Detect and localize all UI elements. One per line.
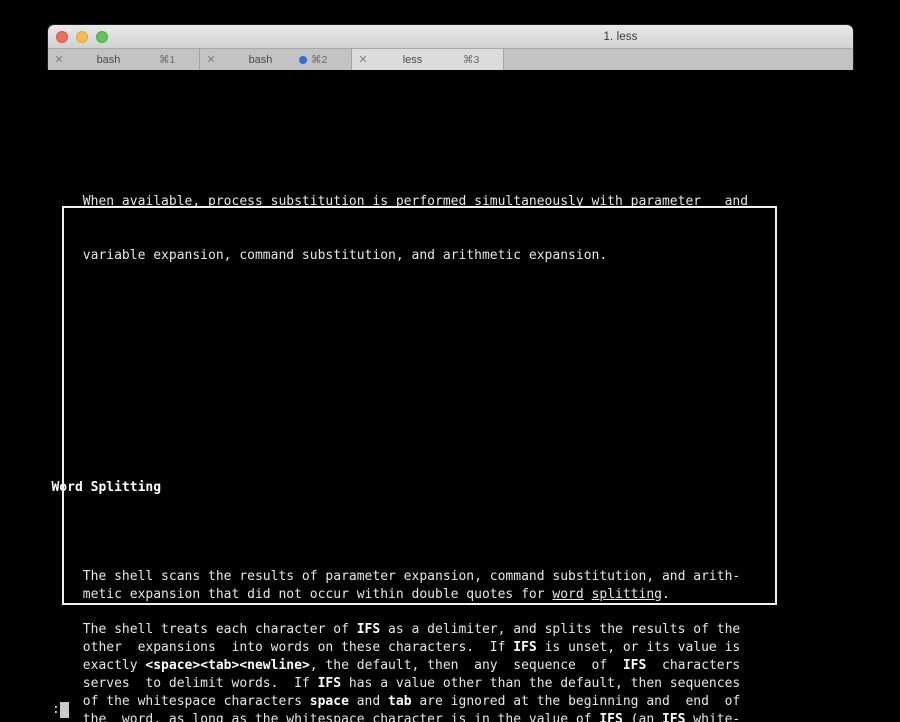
man-text-line: When available, process substitution is …	[28, 193, 900, 211]
tab-close-icon[interactable]: ✕	[200, 54, 222, 66]
tab-bar-empty-area[interactable]	[504, 49, 853, 70]
tab-bash-2[interactable]: ✕ bash ⌘2	[200, 49, 352, 70]
desktop-backdrop: 1. less ✕ bash ⌘1 ✕ bash ⌘2 ✕ less ⌘3 Wh…	[0, 0, 900, 722]
less-prompt-colon: :	[52, 702, 60, 717]
tab-activity-dot	[299, 56, 307, 64]
man-text-line: The shell scans the results of parameter…	[28, 568, 741, 584]
tab-label: bash	[248, 54, 273, 66]
terminal-window: 1. less ✕ bash ⌘1 ✕ bash ⌘2 ✕ less ⌘3	[48, 25, 853, 70]
tab-bash-1[interactable]: ✕ bash ⌘1	[48, 49, 200, 70]
window-titlebar[interactable]: 1. less	[48, 25, 853, 49]
tab-label: less	[402, 54, 423, 66]
man-line-text: variable expansion, command substitution…	[28, 247, 608, 263]
word-splitting-body: The shell scans the results of parameter…	[28, 568, 900, 722]
tab-shortcut: ⌘2	[311, 54, 328, 66]
section-heading-text: Word Splitting	[51, 479, 162, 495]
man-text-line: of the whitespace characters space and t…	[28, 693, 741, 709]
less-prompt[interactable]: :	[52, 701, 69, 719]
tab-close-icon[interactable]: ✕	[352, 54, 374, 66]
man-line-text: When available, process substitution is …	[28, 194, 749, 210]
window-title: 1. less	[603, 30, 638, 43]
man-text-line: exactly <space><tab><newline>, the defau…	[28, 658, 741, 673]
man-text-line: serves to delimit words. If IFS has a va…	[28, 675, 741, 691]
section-heading-word-splitting: Word Splitting	[28, 479, 900, 497]
man-text-line: the word, as long as the whitespace char…	[28, 711, 741, 722]
tab-less-3[interactable]: ✕ less ⌘3	[352, 49, 504, 70]
pager-viewport: When available, process substitution is …	[0, 106, 900, 722]
maximize-button[interactable]	[96, 30, 108, 43]
text-cursor	[59, 701, 69, 718]
man-text-line: other expansions into words on these cha…	[28, 640, 741, 656]
man-text-line: metic expansion that did not occur withi…	[28, 586, 670, 602]
man-text-line: The shell treats each character of IFS a…	[28, 622, 741, 638]
minimize-button[interactable]	[76, 30, 88, 43]
tab-shortcut: ⌘1	[159, 54, 176, 66]
tab-label: bash	[96, 54, 121, 66]
close-button[interactable]	[56, 30, 68, 43]
tab-shortcut: ⌘3	[463, 54, 480, 66]
traffic-light-group	[56, 30, 108, 43]
tab-close-icon[interactable]: ✕	[48, 54, 70, 66]
tab-bar: ✕ bash ⌘1 ✕ bash ⌘2 ✕ less ⌘3	[48, 49, 853, 70]
man-text-line: variable expansion, command substitution…	[28, 247, 900, 265]
terminal-content-area[interactable]: When available, process substitution is …	[0, 70, 900, 722]
